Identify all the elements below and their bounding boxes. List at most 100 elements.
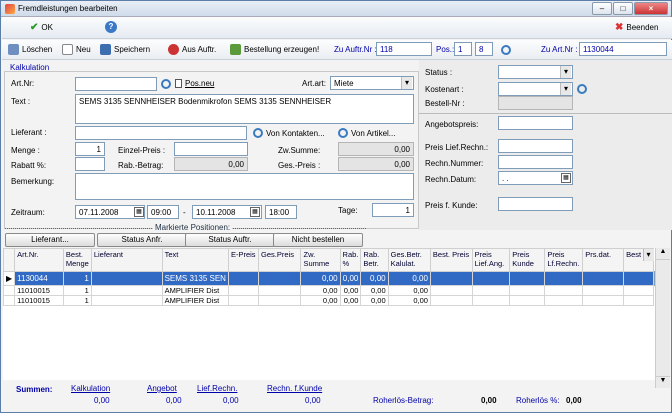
table-cell[interactable]: 0,00 xyxy=(339,295,362,306)
table-cell[interactable] xyxy=(258,285,302,296)
table-cell[interactable]: SEMS 3135 SEN xyxy=(161,271,229,286)
table-cell[interactable] xyxy=(429,295,473,306)
create-order-button[interactable]: Bestellung erzeugen! xyxy=(230,44,319,55)
pos-new-button[interactable]: Pos.neu xyxy=(175,79,214,88)
table-cell[interactable] xyxy=(258,295,302,306)
table-cell[interactable] xyxy=(582,295,625,306)
column-header[interactable]: E-Preis xyxy=(227,248,260,272)
column-header[interactable]: Rab. % xyxy=(339,248,362,272)
table-cell[interactable]: 0,00 xyxy=(360,271,389,286)
column-header[interactable]: Lieferant xyxy=(90,248,163,272)
delete-button[interactable]: Löschen xyxy=(8,44,52,55)
table-cell[interactable]: 0,00 xyxy=(387,295,431,306)
table-cell[interactable]: 0,00 xyxy=(339,285,362,296)
table-cell[interactable]: 1 xyxy=(62,295,92,306)
from-order-button[interactable]: Aus Auftr. xyxy=(168,44,216,55)
kalkulation-link[interactable]: Kalkulation xyxy=(71,384,110,393)
row-indicator-icon[interactable] xyxy=(2,285,16,296)
bemerkung-input[interactable] xyxy=(75,173,414,200)
preis-kunde-input[interactable] xyxy=(498,197,573,211)
status-select[interactable] xyxy=(498,65,573,79)
column-header[interactable]: Best. Menge xyxy=(62,248,92,272)
order-no-field[interactable]: 118 xyxy=(376,42,432,56)
table-cell[interactable] xyxy=(90,285,163,296)
table-cell[interactable] xyxy=(544,285,584,296)
minimize-button[interactable]: – xyxy=(592,2,612,15)
column-header[interactable]: Preis Lief.Ang. xyxy=(471,248,511,272)
column-header[interactable]: Art.Nr. xyxy=(14,248,64,272)
table-cell[interactable]: AMPLIFIER Dist xyxy=(161,295,229,306)
column-header[interactable]: Ges.Betr. Kalulat. xyxy=(387,248,431,272)
column-header[interactable]: Prs.dat. xyxy=(582,248,625,272)
row-indicator-icon[interactable] xyxy=(2,295,16,306)
column-header[interactable] xyxy=(2,248,16,272)
art-no-field[interactable]: 1130044 xyxy=(579,42,667,56)
table-cell[interactable]: 11010015 xyxy=(14,285,64,296)
column-header[interactable]: Preis Lf.Rechn. xyxy=(544,248,584,272)
table-cell[interactable] xyxy=(582,271,625,286)
table-cell[interactable] xyxy=(471,271,511,286)
new-button[interactable]: Neu xyxy=(62,44,91,55)
from-contacts-button[interactable]: Von Kontakten... xyxy=(253,128,325,138)
table-cell[interactable] xyxy=(623,295,654,306)
table-cell[interactable] xyxy=(544,271,584,286)
table-cell[interactable]: AMPLIFIER Dist xyxy=(161,285,229,296)
table-cell[interactable] xyxy=(90,271,163,286)
table-cell[interactable] xyxy=(509,285,546,296)
table-cell[interactable] xyxy=(509,295,546,306)
column-header[interactable]: Best. Preis xyxy=(429,248,473,272)
rabatt-input[interactable] xyxy=(75,157,105,171)
column-header[interactable]: Zw. Summe xyxy=(300,248,341,272)
table-cell[interactable]: 1 xyxy=(62,285,92,296)
table-cell[interactable] xyxy=(471,295,511,306)
table-cell[interactable]: 0,00 xyxy=(360,295,389,306)
einzelpreis-input[interactable] xyxy=(174,142,248,156)
table-cell[interactable] xyxy=(429,285,473,296)
table-cell[interactable] xyxy=(582,285,625,296)
status-auftr-button[interactable]: Status Auftr. xyxy=(185,233,275,247)
table-row[interactable]: ▶ 1130044 1 SEMS 3135 SEN 0,00 0,00 0,00 0,00 xyxy=(2,271,655,286)
from-article-button[interactable]: Von Artikel... xyxy=(338,128,395,138)
column-header[interactable]: Preis Kunde xyxy=(509,248,546,272)
rechn-kunde-link[interactable]: Rechn. f.Kunde xyxy=(267,384,322,393)
table-cell[interactable] xyxy=(227,271,260,286)
table-cell[interactable] xyxy=(544,295,584,306)
table-cell[interactable]: 0,00 xyxy=(387,271,431,286)
column-header[interactable]: Rab. Betr. xyxy=(360,248,389,272)
table-cell[interactable] xyxy=(227,295,260,306)
maximize-button[interactable]: □ xyxy=(613,2,633,15)
tage-input[interactable]: 1 xyxy=(372,203,414,217)
table-cell[interactable]: 0,00 xyxy=(339,271,362,286)
table-cell[interactable] xyxy=(429,271,473,286)
search-icon[interactable] xyxy=(161,79,171,89)
art-art-select[interactable]: Miete xyxy=(330,76,414,90)
table-cell[interactable] xyxy=(471,285,511,296)
table-cell[interactable] xyxy=(258,271,302,286)
pos-field-1[interactable]: 1 xyxy=(454,42,472,56)
scroll-down-icon[interactable]: ▼ xyxy=(656,376,670,388)
scroll-up-icon[interactable]: ▲ xyxy=(656,248,670,260)
table-cell[interactable]: 0,00 xyxy=(300,295,341,306)
ok-button[interactable]: ✔ OK xyxy=(30,22,53,33)
status-anfr-button[interactable]: Status Anfr. xyxy=(97,233,187,247)
close-button[interactable]: × xyxy=(634,2,668,15)
vertical-scrollbar[interactable]: ▲ ▼ xyxy=(655,248,670,388)
text-input[interactable]: SEMS 3135 SENNHEISER Bodenmikrofon SEMS … xyxy=(75,94,414,124)
time-from-input[interactable]: 09:00 xyxy=(147,205,179,219)
column-header[interactable]: Text xyxy=(161,248,229,272)
table-row[interactable]: 11010015 1 AMPLIFIER Dist 0,00 0,00 0,00 0,00 xyxy=(2,285,655,296)
row-indicator-icon[interactable]: ▶ xyxy=(2,271,16,286)
column-header[interactable]: Ges.Preis xyxy=(258,248,302,272)
table-cell[interactable]: 0,00 xyxy=(387,285,431,296)
save-button[interactable]: Speichern xyxy=(100,44,150,55)
lieferant-input[interactable] xyxy=(75,126,247,140)
angebot-link[interactable]: Angebot xyxy=(147,384,177,393)
table-cell[interactable]: 0,00 xyxy=(360,285,389,296)
calendar-icon[interactable]: ▦ xyxy=(561,173,571,183)
table-cell[interactable] xyxy=(509,271,546,286)
art-nr-input[interactable] xyxy=(75,77,157,91)
table-cell[interactable]: 0,00 xyxy=(300,271,341,286)
pos-field-2[interactable]: 8 xyxy=(475,42,493,56)
lieferant-marked-button[interactable]: Lieferant... xyxy=(5,233,95,247)
table-cell[interactable]: 11010015 xyxy=(14,295,64,306)
